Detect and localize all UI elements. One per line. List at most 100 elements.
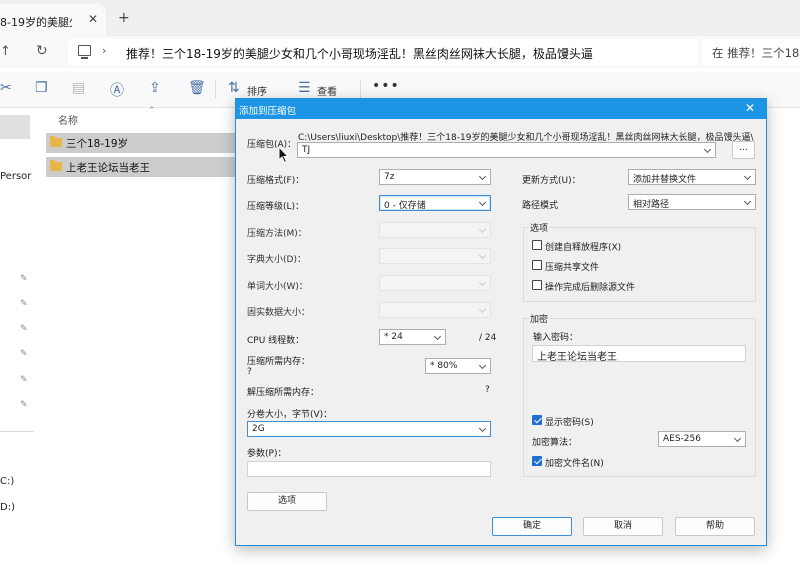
memory-value: * 80% bbox=[430, 361, 458, 371]
password-label: 输入密码： bbox=[533, 333, 579, 343]
level-value: 0 - 仅存储 bbox=[384, 201, 426, 211]
paste-icon[interactable]: ▤ bbox=[72, 80, 85, 96]
chevron-down-icon[interactable] bbox=[433, 332, 442, 341]
chevron-down-icon[interactable] bbox=[478, 278, 487, 287]
sidebar-item-selected[interactable] bbox=[0, 115, 30, 139]
dialog-titlebar[interactable]: 添加到压缩包 ✕ bbox=[236, 99, 766, 119]
memory-select[interactable]: * 80% bbox=[425, 358, 491, 374]
create-sfx-label: 创建自释放程序(X) bbox=[545, 243, 622, 253]
format-value: 7z bbox=[384, 172, 395, 182]
chevron-down-icon[interactable] bbox=[478, 172, 487, 181]
search-input[interactable]: 在 推荐！三个18- bbox=[702, 39, 800, 66]
pin-icon: ✎ bbox=[20, 400, 28, 410]
encryption-group-title: 加密 bbox=[529, 312, 550, 325]
tab-title: 8-19岁的美腿少女和 bbox=[0, 16, 72, 29]
view-button[interactable]: 查看 bbox=[317, 83, 337, 98]
rename-icon[interactable]: Ⓐ bbox=[110, 80, 124, 100]
threads-value: * 24 bbox=[384, 332, 403, 342]
view-icon[interactable]: ☰ bbox=[298, 80, 311, 96]
archive-name-combo[interactable]: TJ bbox=[297, 142, 716, 158]
chevron-down-icon[interactable] bbox=[478, 198, 487, 207]
file-row[interactable]: 三个18-19岁 bbox=[46, 133, 242, 153]
options-group-title: 选项 bbox=[529, 221, 550, 234]
encryption-method-select[interactable]: AES-256 bbox=[658, 431, 746, 447]
password-value: 上老王论坛当老王 bbox=[537, 352, 617, 363]
chevron-right-icon[interactable]: › bbox=[102, 44, 106, 57]
column-header-name[interactable]: 名称 bbox=[58, 112, 78, 127]
solid-size-select[interactable] bbox=[379, 302, 491, 318]
help-button[interactable]: 帮助 bbox=[675, 517, 755, 536]
chevron-down-icon[interactable] bbox=[478, 225, 487, 234]
delete-after-checkbox[interactable] bbox=[532, 280, 542, 290]
delete-icon[interactable]: 🗑︎ bbox=[188, 80, 206, 96]
chevron-down-icon[interactable] bbox=[478, 305, 487, 314]
create-sfx-checkbox[interactable] bbox=[532, 240, 542, 250]
chevron-down-icon[interactable] bbox=[478, 424, 487, 433]
share-icon[interactable]: ⇪ bbox=[149, 80, 161, 96]
chevron-down-icon[interactable] bbox=[743, 197, 752, 206]
update-mode-select[interactable]: 添加并替换文件 bbox=[628, 169, 756, 185]
cancel-button[interactable]: 取消 bbox=[583, 517, 663, 536]
method-select[interactable] bbox=[379, 222, 491, 238]
add-to-archive-dialog: 添加到压缩包 ✕ 压缩包(A)： C:\Users\liuxi\Desktop\… bbox=[235, 98, 767, 546]
tab-close-icon[interactable]: ✕ bbox=[88, 12, 98, 26]
file-name: 上老王论坛当老王 bbox=[66, 162, 150, 174]
encrypt-names-label: 加密文件名(N) bbox=[545, 459, 604, 469]
word-size-select[interactable] bbox=[379, 275, 491, 291]
sidebar-divider bbox=[0, 431, 34, 432]
path-mode-select[interactable]: 相对路径 bbox=[628, 194, 756, 210]
up-arrow-icon[interactable]: ↑ bbox=[0, 44, 11, 59]
this-pc-icon bbox=[78, 45, 91, 59]
encrypt-names-checkbox[interactable] bbox=[532, 456, 542, 466]
dialog-title: 添加到压缩包 bbox=[239, 106, 297, 117]
threads-select[interactable]: * 24 bbox=[379, 329, 446, 345]
file-row[interactable]: 上老王论坛当老王 bbox=[46, 157, 242, 177]
show-password-checkbox[interactable] bbox=[532, 415, 542, 425]
chevron-down-icon[interactable] bbox=[743, 172, 752, 181]
copy-icon[interactable]: ❐ bbox=[35, 80, 48, 96]
memory-hint: ? bbox=[247, 367, 252, 377]
sidebar-item-personal[interactable]: Persor bbox=[0, 171, 31, 182]
sort-icon[interactable]: ⇅ bbox=[228, 80, 240, 96]
chevron-down-icon[interactable] bbox=[703, 145, 712, 154]
update-mode-value: 添加并替换文件 bbox=[633, 175, 697, 185]
address-bar[interactable]: › 推荐！三个18-19岁的美腿少女和几个小哥现场淫乱！黑丝肉丝网袜大长腿，极品… bbox=[68, 39, 698, 66]
cut-icon[interactable]: ✂ bbox=[0, 80, 12, 96]
options-button[interactable]: 选项 bbox=[247, 492, 327, 511]
decompress-memory-label: 解压缩所需内存： bbox=[247, 388, 320, 398]
encryption-method-value: AES-256 bbox=[663, 434, 701, 444]
volume-label: 分卷大小，字节(V)： bbox=[247, 410, 333, 420]
search-placeholder: 在 推荐！三个18- bbox=[712, 46, 800, 60]
chevron-down-icon[interactable] bbox=[478, 361, 487, 370]
format-select[interactable]: 7z bbox=[379, 169, 491, 185]
new-tab-icon[interactable]: + bbox=[118, 10, 130, 26]
update-mode-label: 更新方式(U)： bbox=[522, 176, 581, 186]
compress-shared-checkbox[interactable] bbox=[532, 260, 542, 270]
more-options-icon[interactable]: ••• bbox=[372, 78, 400, 94]
dictionary-select[interactable] bbox=[379, 248, 491, 264]
sort-button[interactable]: 排序 bbox=[247, 83, 267, 98]
chevron-down-icon[interactable] bbox=[478, 251, 487, 260]
encryption-method-label: 加密算法： bbox=[532, 438, 578, 448]
close-icon[interactable]: ✕ bbox=[745, 101, 755, 115]
tab-explorer[interactable]: 8-19岁的美腿少女和 ✕ bbox=[0, 4, 106, 36]
word-size-label: 单词大小(W)： bbox=[247, 282, 308, 292]
level-select[interactable]: 0 - 仅存储 bbox=[379, 195, 491, 211]
sidebar-item-drive-d[interactable]: D:) bbox=[0, 502, 15, 513]
volume-size-combo[interactable]: 2G bbox=[247, 421, 491, 437]
parameters-input[interactable] bbox=[247, 461, 491, 477]
threads-label: CPU 线程数： bbox=[247, 336, 305, 346]
parameters-label: 参数(P)： bbox=[247, 449, 287, 459]
chevron-right-icon[interactable]: › bbox=[565, 44, 569, 57]
mouse-cursor-icon bbox=[278, 146, 290, 164]
chevron-down-icon[interactable] bbox=[733, 434, 742, 443]
toolbar-divider bbox=[360, 80, 361, 98]
password-input[interactable]: 上老王论坛当老王 bbox=[532, 345, 746, 363]
sort-caret-icon: ⌃ bbox=[148, 106, 156, 116]
sidebar-item-drive-c[interactable]: C:) bbox=[0, 476, 14, 487]
ok-button[interactable]: 确定 bbox=[492, 517, 572, 536]
pin-icon: ✎ bbox=[20, 299, 28, 309]
browse-button[interactable]: ... bbox=[732, 141, 755, 159]
address-path: 推荐！三个18-19岁的美腿少女和几个小哥现场淫乱！黑丝肉丝网袜大长腿，极品馒头… bbox=[126, 47, 593, 61]
refresh-icon[interactable]: ↻ bbox=[36, 43, 48, 59]
